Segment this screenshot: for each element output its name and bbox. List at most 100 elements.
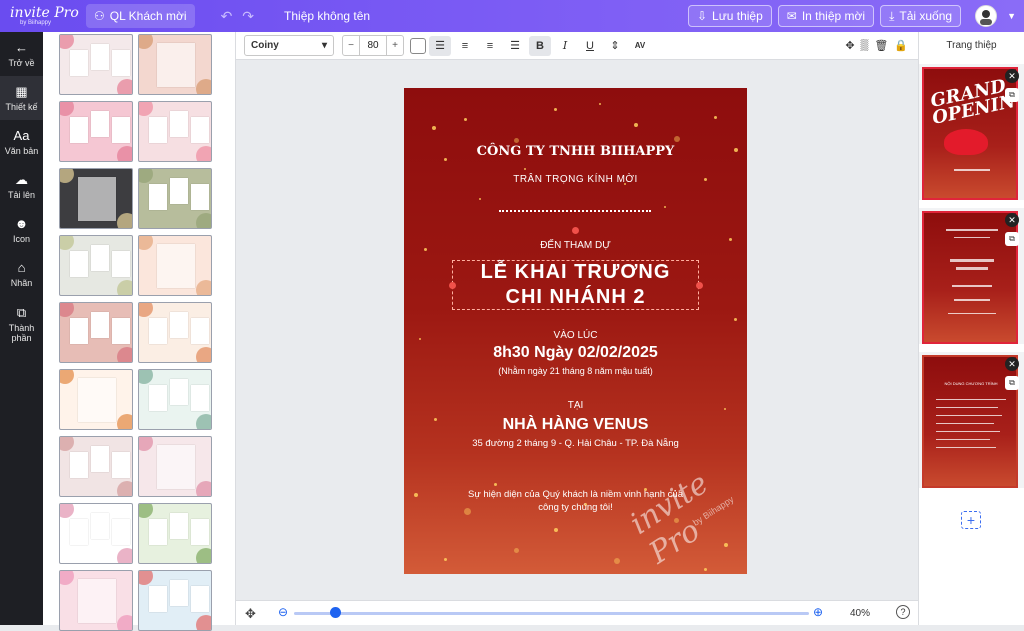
rail-item-icon[interactable]: ☻ Icon — [0, 208, 43, 252]
page-thumb-2[interactable]: ✕ ⧉ — [919, 208, 1024, 344]
delete-page-button[interactable]: ✕ — [1005, 213, 1019, 227]
redo-icon[interactable]: ↷ — [242, 8, 254, 25]
italic-icon[interactable]: I — [554, 36, 576, 56]
increase-size-button[interactable]: + — [387, 36, 403, 55]
copy-page-icon[interactable]: ⧉ — [1005, 376, 1019, 390]
invite-line[interactable]: TRÂN TRỌNG KÍNH MỜI — [404, 174, 747, 185]
template-thumb[interactable] — [138, 570, 212, 631]
rail-item-components[interactable]: ⧉ Thành phần — [0, 296, 43, 352]
lunar-date[interactable]: (Nhằm ngày 21 tháng 8 năm mậu tuất) — [404, 366, 747, 376]
font-select[interactable]: Coiny ▾ — [244, 35, 334, 56]
at-label[interactable]: TẠI — [404, 400, 747, 411]
add-page-button[interactable]: + — [961, 511, 981, 529]
rail-item-upload[interactable]: ☁ Tải lên — [0, 164, 43, 208]
template-thumb[interactable] — [59, 101, 133, 162]
template-thumb[interactable] — [59, 235, 133, 296]
venue-name[interactable]: NHÀ HÀNG VENUS — [404, 416, 747, 434]
template-card-preview — [170, 379, 188, 405]
company-name[interactable]: CÔNG TY TNHH BIIHAPPY — [404, 144, 747, 159]
delete-page-button[interactable]: ✕ — [1005, 69, 1019, 83]
template-thumb[interactable] — [138, 101, 212, 162]
rail-item-text[interactable]: Aa Văn bản — [0, 120, 43, 164]
rail-item-label[interactable]: ⌂ Nhãn — [0, 252, 43, 296]
copy-page-icon[interactable]: ⧉ — [1005, 232, 1019, 246]
venue-address[interactable]: 35 đường 2 tháng 9 - Q. Hải Châu - TP. Đ… — [404, 438, 747, 449]
align-justify-icon[interactable]: ☰ — [504, 36, 526, 56]
template-thumb[interactable] — [138, 302, 212, 363]
template-card-preview — [170, 178, 188, 204]
align-center-icon[interactable]: ☰ — [429, 35, 451, 56]
flower-decoration — [60, 35, 74, 49]
template-thumb[interactable] — [59, 369, 133, 430]
font-size-input[interactable]: 80 — [359, 36, 387, 55]
event-title-line1[interactable]: LỄ KHAI TRƯƠNG — [404, 261, 747, 284]
sparkle-decoration — [524, 168, 526, 170]
template-thumb[interactable] — [59, 168, 133, 229]
document-title[interactable]: Thiệp không tên — [284, 9, 370, 23]
template-thumb[interactable] — [59, 503, 133, 564]
underline-icon[interactable]: U — [579, 36, 601, 56]
rail-item-design[interactable]: ▦ Thiết kế — [0, 76, 43, 120]
align-left-icon[interactable]: ≡ — [454, 36, 476, 56]
page-thumb-3[interactable]: NỘI DUNG CHƯƠNG TRÌNH ✕ ⧉ — [919, 352, 1024, 488]
template-card-preview — [70, 519, 88, 545]
trash-icon[interactable]: 🗑 — [874, 39, 888, 52]
guest-name-line[interactable] — [499, 210, 651, 212]
template-thumb[interactable] — [59, 34, 133, 95]
app-logo[interactable]: invite Pro by Biihappy — [0, 0, 82, 32]
zoom-slider-handle[interactable] — [330, 607, 342, 618]
template-thumb[interactable] — [138, 235, 212, 296]
decrease-size-button[interactable]: − — [343, 36, 359, 55]
template-card-preview — [91, 312, 109, 338]
mail-icon: ✉ — [786, 9, 797, 23]
download-button[interactable]: ⤓ Tải xuống — [880, 5, 962, 27]
undo-icon[interactable]: ↶ — [221, 8, 233, 25]
text-color-swatch[interactable] — [410, 37, 426, 54]
rail-item-back[interactable]: ← Trở về — [0, 32, 43, 76]
transparency-icon[interactable]: ▒ — [861, 39, 869, 52]
zoom-in-icon[interactable]: ⊕ — [813, 605, 823, 619]
time-value[interactable]: 8h30 Ngày 02/02/2025 — [404, 344, 747, 362]
rail-label-design: Thiết kế — [5, 101, 38, 112]
template-card-preview — [70, 452, 88, 478]
template-thumb[interactable] — [138, 369, 212, 430]
divider-handle[interactable] — [572, 227, 579, 234]
lock-icon[interactable]: 🔒 — [894, 39, 908, 52]
save-button[interactable]: ⇩ Lưu thiệp — [687, 5, 772, 27]
chevron-down-icon[interactable]: ▼ — [1007, 11, 1016, 21]
invitation-card[interactable]: CÔNG TY TNHH BIIHAPPY TRÂN TRỌNG KÍNH MỜ… — [404, 88, 747, 574]
flower-decoration — [196, 414, 211, 429]
print-invite-button[interactable]: ✉ In thiệp mời — [777, 5, 875, 27]
template-card-preview — [191, 184, 209, 210]
flower-decoration — [117, 79, 132, 94]
template-thumb[interactable] — [138, 34, 212, 95]
template-thumb[interactable] — [138, 436, 212, 497]
letter-spacing-icon[interactable]: AV — [629, 36, 651, 56]
sparkle-decoration — [554, 108, 557, 111]
zoom-out-icon[interactable]: ⊖ — [278, 605, 288, 619]
time-label[interactable]: VÀO LÚC — [404, 330, 747, 341]
template-thumb[interactable] — [138, 168, 212, 229]
page3-title: NỘI DUNG CHƯƠNG TRÌNH — [944, 381, 998, 386]
event-title-line2[interactable]: CHI NHÁNH 2 — [404, 286, 747, 309]
template-thumb[interactable] — [59, 570, 133, 631]
delete-page-button[interactable]: ✕ — [1005, 357, 1019, 371]
guest-manager-button[interactable]: ⚇ QL Khách mời — [86, 4, 195, 28]
sparkle-decoration — [514, 138, 519, 143]
zoom-slider-track[interactable] — [294, 612, 809, 615]
flower-decoration — [117, 615, 132, 630]
template-thumb[interactable] — [138, 503, 212, 564]
copy-page-icon[interactable]: ⧉ — [1005, 88, 1019, 102]
align-right-icon[interactable]: ≡ — [479, 36, 501, 56]
move-icon[interactable]: ✥ — [845, 39, 854, 52]
line-height-icon[interactable]: ⇕ — [604, 36, 626, 56]
page-thumb-1[interactable]: GRAND OPENING ✕ ⧉ — [919, 64, 1024, 200]
template-thumb[interactable] — [59, 436, 133, 497]
bold-icon[interactable]: B — [529, 35, 551, 56]
sparkle-decoration — [444, 558, 447, 561]
help-icon[interactable]: ? — [896, 605, 910, 619]
avatar[interactable] — [975, 5, 998, 27]
fit-screen-icon[interactable]: ✥ — [245, 606, 256, 622]
attend-line[interactable]: ĐẾN THAM DỰ — [404, 240, 747, 251]
template-thumb[interactable] — [59, 302, 133, 363]
